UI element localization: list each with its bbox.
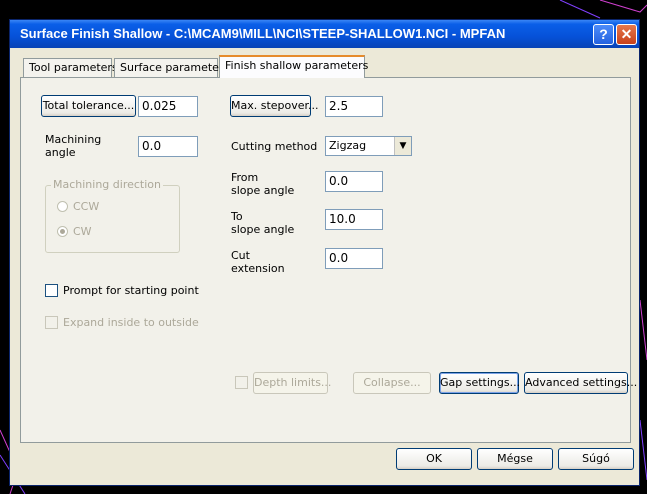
cut-extension-label-line1: Cut bbox=[231, 249, 250, 262]
prompt-starting-point-label: Prompt for starting point bbox=[63, 284, 199, 297]
ccw-label: CCW bbox=[73, 200, 100, 213]
from-slope-label-line2: slope angle bbox=[231, 184, 295, 197]
cw-label: CW bbox=[73, 225, 92, 238]
from-slope-input[interactable]: 0.0 bbox=[325, 171, 383, 192]
help-title-button[interactable]: ? bbox=[593, 24, 614, 45]
depth-limits-checkbox[interactable] bbox=[235, 376, 248, 389]
ccw-radio[interactable] bbox=[57, 201, 68, 212]
from-slope-label-line1: From bbox=[231, 171, 259, 184]
ok-button[interactable]: OK bbox=[396, 448, 472, 470]
total-tolerance-button[interactable]: Total tolerance... bbox=[41, 95, 136, 117]
expand-inside-label: Expand inside to outside bbox=[63, 316, 199, 329]
surface-finish-shallow-dialog: Surface Finish Shallow - C:\MCAM9\MILL\N… bbox=[9, 19, 640, 486]
max-stepover-button[interactable]: Max. stepover... bbox=[230, 95, 319, 117]
cancel-button[interactable]: Mégse bbox=[477, 448, 553, 470]
tab-tool-parameters[interactable]: Tool parameters bbox=[23, 58, 118, 77]
cutting-method-label: Cutting method bbox=[231, 140, 318, 153]
tab-surface-parameters[interactable]: Surface parameters bbox=[114, 58, 229, 77]
title-bar[interactable]: Surface Finish Shallow - C:\MCAM9\MILL\N… bbox=[10, 20, 639, 48]
depth-limits-button[interactable]: Depth limits... bbox=[253, 372, 331, 394]
help-button[interactable]: Súgó bbox=[558, 448, 634, 470]
cut-extension-label-line2: extension bbox=[231, 262, 285, 275]
cutting-method-select[interactable]: Zigzag ▼ bbox=[325, 136, 412, 156]
to-slope-input[interactable]: 10.0 bbox=[325, 209, 383, 230]
machining-direction-group bbox=[45, 185, 180, 253]
max-stepover-input[interactable]: 2.5 bbox=[325, 96, 383, 117]
machining-angle-label-line1: Machining bbox=[45, 133, 102, 146]
machining-angle-label-line2: angle bbox=[45, 146, 76, 159]
collapse-button[interactable]: Collapse... bbox=[353, 372, 431, 394]
window-title: Surface Finish Shallow - C:\MCAM9\MILL\N… bbox=[20, 26, 506, 41]
tab-finish-shallow-parameters[interactable]: Finish shallow parameters bbox=[219, 55, 368, 78]
gap-settings-button[interactable]: Gap settings... bbox=[439, 372, 520, 394]
expand-inside-checkbox[interactable] bbox=[45, 316, 58, 329]
machining-angle-input[interactable]: 0.0 bbox=[138, 136, 198, 157]
cw-radio[interactable] bbox=[57, 226, 68, 237]
close-button[interactable]: ✕ bbox=[616, 24, 637, 45]
to-slope-label-line1: To bbox=[231, 210, 243, 223]
chevron-down-icon[interactable]: ▼ bbox=[394, 137, 411, 155]
prompt-starting-point-checkbox[interactable] bbox=[45, 284, 58, 297]
cut-extension-input[interactable]: 0.0 bbox=[325, 248, 383, 269]
to-slope-label-line2: slope angle bbox=[231, 223, 295, 236]
advanced-settings-button[interactable]: Advanced settings... bbox=[524, 372, 637, 394]
finish-shallow-panel: Total tolerance... 0.025 Machining angle… bbox=[20, 77, 637, 443]
total-tolerance-input[interactable]: 0.025 bbox=[138, 96, 198, 117]
cutting-method-value: Zigzag bbox=[329, 139, 367, 152]
machining-direction-title: Machining direction bbox=[51, 178, 163, 191]
